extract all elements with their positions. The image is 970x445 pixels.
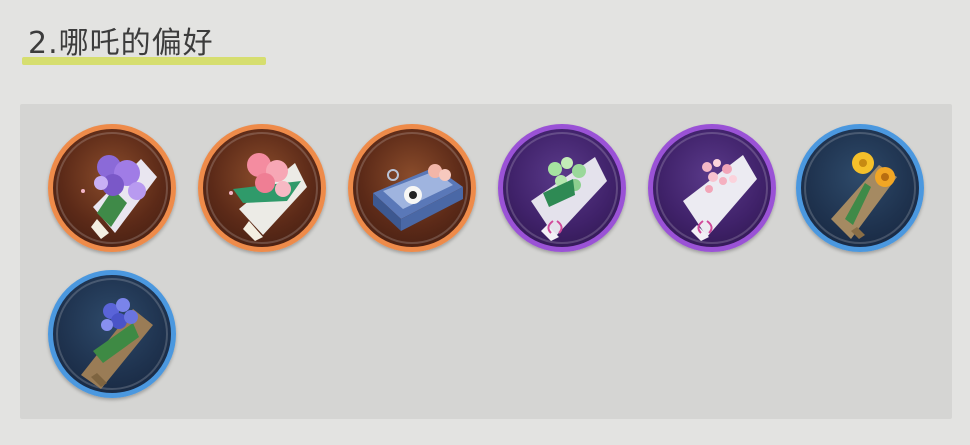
gift-item-1[interactable]: [48, 124, 176, 252]
purple-flower-bouquet-icon: [81, 155, 157, 239]
yellow-flower-bouquet-icon: [831, 152, 897, 239]
section-header: 2.哪吒的偏好: [22, 24, 272, 70]
gift-box-icon: [373, 164, 463, 231]
gift-item-6[interactable]: [796, 124, 924, 252]
pink-carnation-bouquet-icon: [229, 153, 307, 241]
green-bud-bouquet-icon: [531, 157, 607, 241]
gift-item-2[interactable]: [198, 124, 326, 252]
section-title: 2.哪吒的偏好: [28, 26, 214, 61]
gift-item-4[interactable]: [498, 124, 626, 252]
gift-panel: [20, 104, 952, 419]
gift-item-5[interactable]: [648, 124, 776, 252]
pink-blossom-bouquet-icon: [683, 155, 757, 241]
gift-item-7[interactable]: [48, 270, 176, 398]
blue-flower-bouquet-icon: [81, 298, 153, 389]
gift-item-3[interactable]: [348, 124, 476, 252]
